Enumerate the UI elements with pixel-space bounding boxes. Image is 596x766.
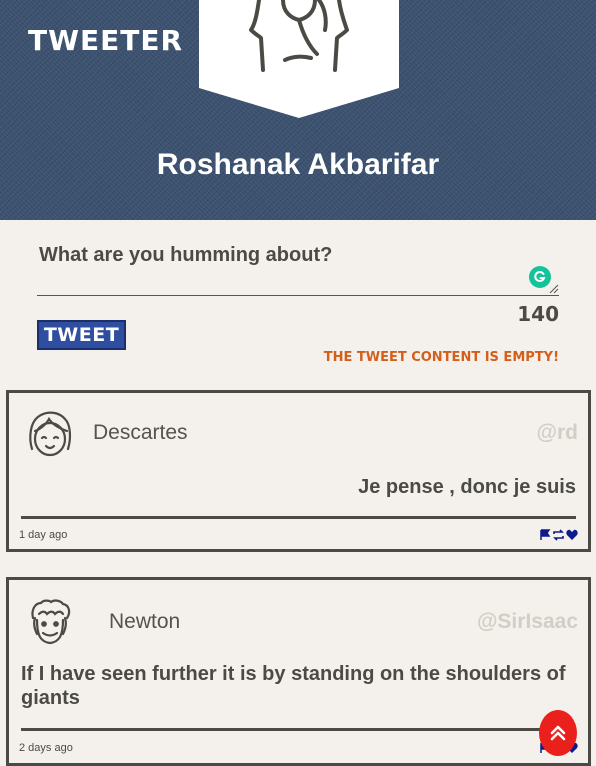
tweet-timestamp: 2 days ago bbox=[19, 742, 73, 754]
user-avatar-icon bbox=[29, 411, 72, 457]
grammarly-icon[interactable] bbox=[529, 266, 551, 288]
resize-handle-icon[interactable] bbox=[549, 284, 559, 294]
retweet-icon[interactable] bbox=[552, 529, 565, 541]
tweet-actions bbox=[539, 529, 578, 541]
tweet-text: Je pense , donc je suis bbox=[358, 476, 576, 498]
profile-avatar bbox=[199, 0, 399, 118]
tweet-divider bbox=[21, 728, 576, 731]
error-message: The tweet content is empty! bbox=[323, 350, 559, 365]
tweet-author-name[interactable]: Descartes bbox=[93, 421, 188, 445]
tweet-composer: 140 Tweet The tweet content is empty! bbox=[37, 236, 561, 365]
scroll-to-top-button[interactable] bbox=[539, 710, 577, 756]
heart-icon[interactable] bbox=[566, 529, 578, 541]
tweet-card: Newton @SirIsaac If I have seen further … bbox=[6, 577, 591, 766]
brand-logo[interactable]: TWEETER bbox=[28, 24, 183, 57]
tweet-card: Descartes @rd Je pense , donc je suis 1 … bbox=[6, 390, 591, 552]
double-chevron-up-icon bbox=[550, 725, 566, 741]
tweet-button[interactable]: Tweet bbox=[37, 320, 126, 350]
profile-header: TWEETER Roshanak Akbarifar bbox=[0, 0, 596, 220]
tweet-text: If I have seen further it is by standing… bbox=[21, 663, 566, 709]
char-counter: 140 bbox=[517, 302, 559, 326]
tweet-author-handle[interactable]: @SirIsaac bbox=[477, 610, 578, 634]
tweet-timestamp: 1 day ago bbox=[19, 529, 68, 541]
tweet-author-handle[interactable]: @rd bbox=[537, 421, 578, 445]
tweet-divider bbox=[21, 516, 576, 519]
user-avatar-icon bbox=[31, 599, 71, 645]
profile-name: Roshanak Akbarifar bbox=[156, 148, 440, 181]
flag-icon[interactable] bbox=[539, 529, 551, 541]
tweet-input[interactable] bbox=[37, 236, 559, 296]
tweet-author-name[interactable]: Newton bbox=[109, 610, 180, 634]
